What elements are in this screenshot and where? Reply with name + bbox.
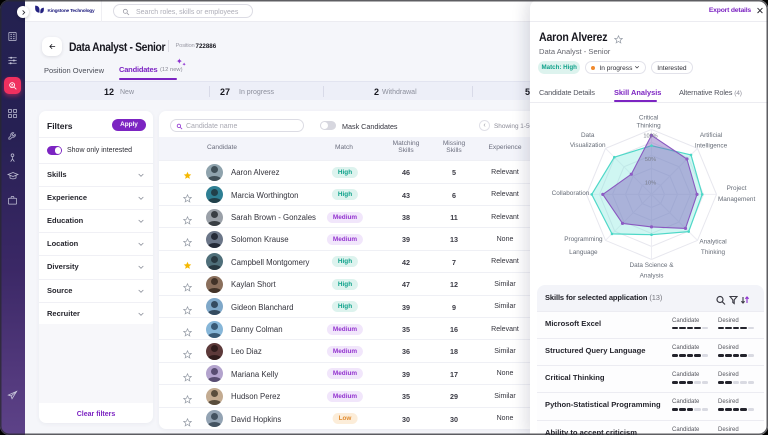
svg-text:Language: Language [569,249,598,256]
svg-text:100%: 100% [643,134,657,140]
svg-text:Intelligence: Intelligence [695,143,728,150]
svg-text:10%: 10% [645,181,656,187]
svg-text:Project: Project [727,185,747,192]
svg-text:50%: 50% [645,157,656,163]
svg-text:Thinking: Thinking [701,249,726,256]
svg-text:Collaboration: Collaboration [552,190,590,197]
svg-text:Visualization: Visualization [570,142,606,149]
svg-text:Artificial: Artificial [700,132,722,139]
svg-text:Programming: Programming [564,236,603,243]
svg-text:Critical: Critical [639,115,659,122]
svg-text:Data Science &: Data Science & [629,262,674,269]
svg-text:Thinking: Thinking [637,123,662,130]
svg-text:Data: Data [581,132,595,139]
svg-text:Analytical: Analytical [699,238,726,245]
svg-text:Analysis: Analysis [640,272,664,279]
svg-text:Management: Management [718,196,756,203]
